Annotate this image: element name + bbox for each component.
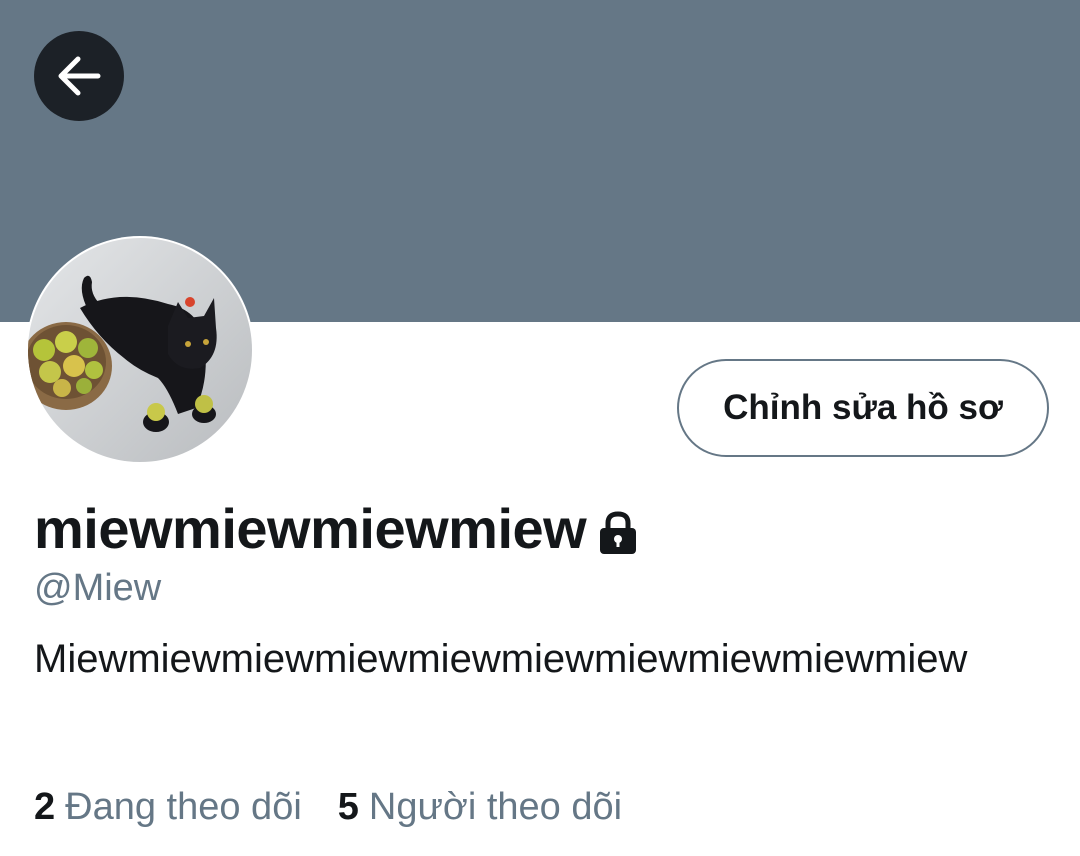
followers-count: 5	[337, 786, 359, 828]
display-name-row: miewmiewmiewmiew	[34, 496, 640, 562]
display-name: miewmiewmiewmiew	[34, 497, 587, 560]
avatar	[28, 238, 252, 462]
edit-profile-button[interactable]: Chỉnh sửa hồ sơ	[677, 359, 1049, 457]
edit-profile-label: Chỉnh sửa hồ sơ	[723, 388, 1003, 427]
user-handle: @Miew	[34, 567, 162, 609]
followers-link[interactable]: 5 Người theo dõi	[338, 784, 622, 830]
back-button[interactable]	[34, 31, 124, 121]
lock-icon	[600, 511, 637, 554]
avatar-ring[interactable]	[26, 236, 254, 464]
following-link[interactable]: 2 Đang theo dõi	[34, 784, 302, 830]
profile-bio: Miewmiewmiewmiewmiewmiewmiewmiewmiewmiew	[34, 637, 968, 681]
profile-page: Chỉnh sửa hồ sơ miewmiewmiewmiew @Miew M…	[0, 0, 1080, 856]
followers-label: Người theo dõi	[368, 786, 623, 828]
following-count: 2	[34, 786, 56, 828]
arrow-left-icon	[58, 56, 101, 96]
following-label: Đang theo dõi	[65, 786, 302, 828]
follow-stats: 2 Đang theo dõi 5 Người theo dõi	[34, 784, 622, 830]
